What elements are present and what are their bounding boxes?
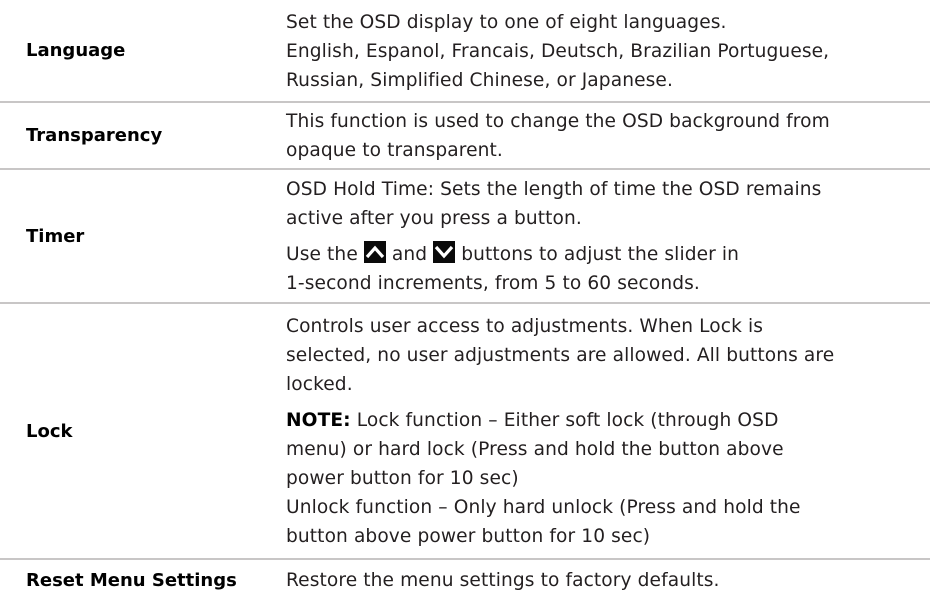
label-language: Language	[0, 0, 286, 103]
desc-line: Controls user access to adjustments. Whe…	[286, 315, 764, 337]
desc-line: Unlock function – Only hard unlock (Pres…	[286, 496, 801, 518]
label-transparency: Transparency	[0, 102, 286, 170]
desc-line: Russian, Simplified Chinese, or Japanese…	[286, 70, 673, 91]
row-lock: Lock Controls user access to adjustments…	[0, 303, 930, 560]
desc-line: menu) or hard lock (Press and hold the b…	[286, 438, 784, 460]
note-label: NOTE:	[286, 409, 351, 431]
desc-line: 1-second increments, from 5 to 60 second…	[286, 272, 700, 294]
desc-transparency: This function is used to change the OSD …	[286, 102, 930, 170]
label-timer: Timer	[0, 169, 286, 304]
desc-text: Lock function – Either soft lock (throug…	[356, 409, 779, 431]
row-language: Language Set the OSD display to one of e…	[0, 0, 930, 103]
desc-line: This function is used to change the OSD …	[286, 110, 830, 132]
desc-language: Set the OSD display to one of eight lang…	[286, 0, 930, 103]
row-timer: Timer OSD Hold Time: Sets the length of …	[0, 169, 930, 304]
row-reset-menu-settings: Reset Menu Settings Restore the menu set…	[0, 559, 930, 601]
desc-line: locked.	[286, 373, 353, 395]
desc-text: buttons to adjust the slider in	[461, 243, 740, 265]
desc-reset-menu-settings: Restore the menu settings to factory def…	[286, 570, 720, 591]
desc-line: active after you press a button.	[286, 207, 582, 229]
label-lock: Lock	[0, 303, 286, 560]
down-arrow-icon	[433, 240, 456, 263]
desc-line: opaque to transparent.	[286, 139, 503, 161]
desc-line: selected, no user adjustments are allowe…	[286, 344, 835, 366]
timer-buttons-line: Use the and buttons to adjust the slider…	[286, 240, 930, 269]
desc-line: Set the OSD display to one of eight lang…	[286, 12, 727, 33]
up-arrow-icon	[363, 240, 386, 263]
desc-line: power button for 10 sec)	[286, 467, 519, 489]
desc-line: English, Espanol, Francais, Deutsch, Bra…	[286, 41, 830, 62]
osd-settings-table: Language Set the OSD display to one of e…	[0, 0, 930, 601]
desc-text: Use the	[286, 243, 358, 265]
desc-line: button above power button for 10 sec)	[286, 525, 651, 547]
row-transparency: Transparency This function is used to ch…	[0, 102, 930, 170]
note-line: NOTE: Lock function – Either soft lock (…	[286, 406, 930, 435]
label-reset-menu-settings: Reset Menu Settings	[26, 570, 237, 591]
desc-timer: OSD Hold Time: Sets the length of time t…	[286, 169, 930, 304]
desc-lock: Controls user access to adjustments. Whe…	[286, 303, 930, 560]
desc-line: OSD Hold Time: Sets the length of time t…	[286, 178, 822, 200]
desc-text: and	[391, 243, 428, 265]
